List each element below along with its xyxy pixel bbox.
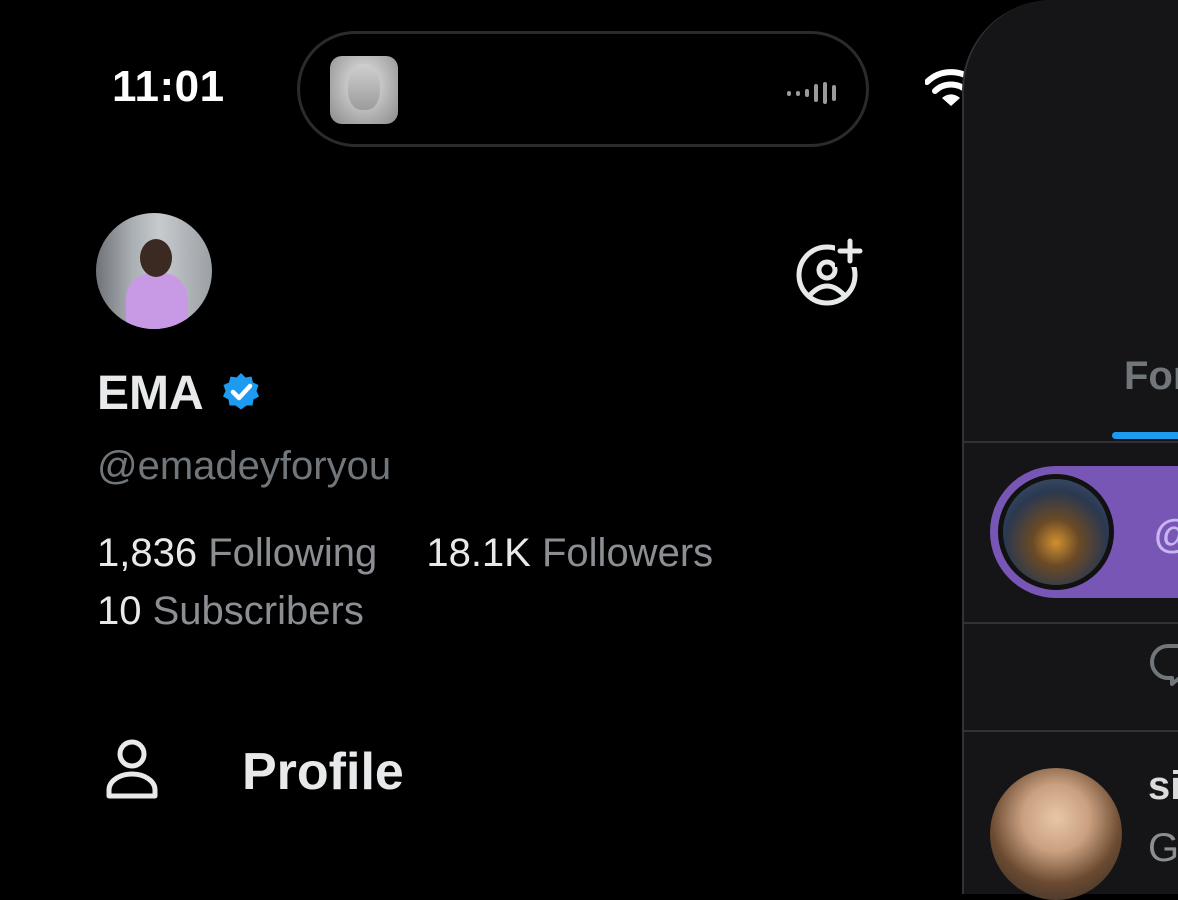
followers-count: 18.1K: [426, 531, 531, 575]
dynamic-island[interactable]: [297, 31, 869, 147]
profile-avatar[interactable]: [96, 213, 212, 329]
now-playing-artwork: [330, 56, 398, 124]
menu-item-profile[interactable]: Profile: [105, 738, 404, 805]
post-text: G: [1148, 826, 1178, 870]
display-name[interactable]: EMA: [97, 366, 204, 421]
audio-waveform-icon: [787, 82, 836, 104]
subscribers-stat[interactable]: 10 Subscribers: [97, 589, 402, 634]
status-time: 11:01: [112, 62, 225, 111]
divider: [964, 441, 1178, 443]
tab-for-you[interactable]: For: [1124, 354, 1178, 399]
followers-label: Followers: [541, 531, 714, 575]
post-author-name[interactable]: si: [1148, 764, 1178, 809]
follow-stats: 1,836 Following 18.1K Followers: [97, 531, 751, 576]
active-tab-indicator: [1112, 432, 1178, 439]
spaces-banner[interactable]: [990, 466, 1178, 598]
home-timeline-panel[interactable]: For @ si G: [962, 0, 1178, 900]
add-account-icon[interactable]: [795, 237, 865, 312]
divider: [964, 730, 1178, 732]
post-author-avatar[interactable]: [990, 768, 1122, 900]
person-icon: [105, 738, 159, 805]
following-stat[interactable]: 1,836 Following: [97, 531, 377, 575]
following-label: Following: [208, 531, 378, 575]
verified-badge-icon: [220, 371, 262, 418]
reply-icon[interactable]: [1148, 640, 1178, 691]
followers-stat[interactable]: 18.1K Followers: [426, 531, 713, 575]
spaces-banner-text: @: [1154, 512, 1178, 557]
username-handle: @emadeyforyou: [97, 444, 392, 488]
menu-item-label: Profile: [242, 743, 404, 801]
divider: [964, 622, 1178, 624]
subscribers-count: 10: [97, 589, 142, 633]
following-count: 1,836: [97, 531, 198, 575]
subscribers-label: Subscribers: [152, 589, 364, 633]
space-host-avatar[interactable]: [998, 474, 1114, 590]
